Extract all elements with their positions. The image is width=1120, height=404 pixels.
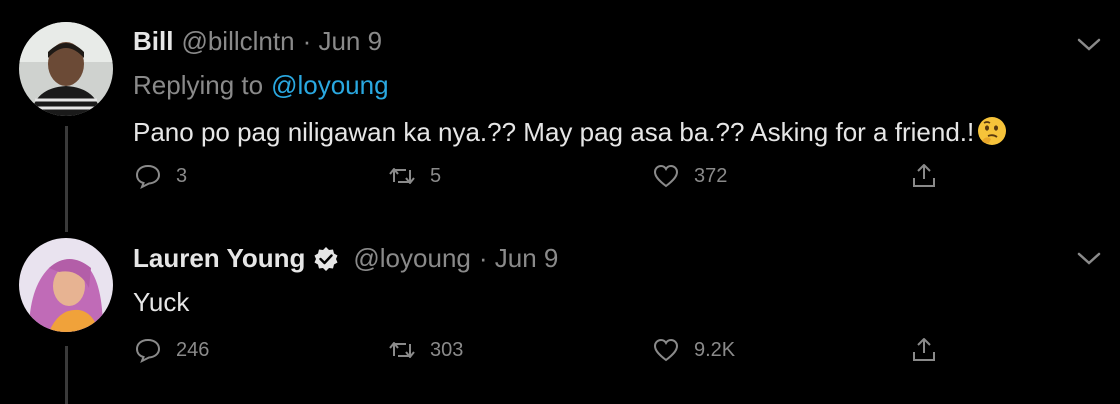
author-handle[interactable]: @billclntn [181, 26, 294, 57]
like-button[interactable]: 9.2K [652, 336, 735, 364]
tweet-text-content: Yuck [133, 287, 190, 317]
reply-count: 246 [176, 338, 210, 361]
chevron-down-icon[interactable] [1075, 250, 1103, 268]
reply-button[interactable]: 3 [134, 162, 187, 190]
author-name[interactable]: Bill [133, 26, 173, 57]
share-icon [913, 164, 935, 187]
reply-icon [135, 338, 161, 364]
retweet-icon [389, 342, 415, 358]
replying-to-label: Replying to [133, 70, 264, 100]
like-icon [653, 164, 679, 188]
reply-count: 3 [176, 164, 188, 187]
retweet-count: 303 [430, 338, 464, 361]
like-icon [653, 338, 679, 362]
tweet-header: Bill @billclntn · Jun 9 [133, 26, 382, 57]
share-button[interactable] [910, 162, 938, 190]
share-button[interactable] [910, 336, 938, 364]
like-count: 372 [694, 164, 728, 187]
tweet-lauren[interactable]: Lauren Young @loyoung · Jun 9 Yuck 246 3… [0, 234, 1120, 404]
tweet-text-content: Pano po pag niligawan ka nya.?? May pag … [133, 117, 975, 147]
tweet-text: Yuck [133, 287, 189, 318]
author-name[interactable]: Lauren Young [133, 243, 305, 274]
verified-badge-icon [314, 246, 338, 271]
replying-to-mention[interactable]: @loyoung [271, 70, 388, 100]
tweet-date[interactable]: · Jun 9 [303, 26, 383, 57]
chevron-down-icon[interactable] [1075, 36, 1103, 54]
author-handle[interactable]: @loyoung [353, 243, 470, 274]
thinking-face-icon [978, 117, 1007, 145]
like-button[interactable]: 372 [652, 162, 727, 190]
tweet-header: Lauren Young @loyoung · Jun 9 [133, 243, 558, 274]
retweet-button[interactable]: 5 [388, 162, 441, 190]
avatar-bill[interactable] [19, 22, 113, 116]
share-icon [913, 338, 935, 361]
tweet-bill[interactable]: Bill @billclntn · Jun 9 Replying to @loyo… [0, 0, 1120, 234]
tweet-date[interactable]: · Jun 9 [479, 243, 559, 274]
tweet-text: Pano po pag niligawan ka nya.?? May pag … [133, 115, 1008, 148]
tweet-actions: 246 303 9.2K [0, 336, 1120, 376]
reply-icon [135, 164, 161, 190]
reply-button[interactable]: 246 [134, 336, 209, 364]
avatar-lauren[interactable] [19, 238, 113, 332]
retweet-button[interactable]: 303 [388, 336, 463, 364]
retweet-count: 5 [430, 164, 442, 187]
tweet-actions: 3 5 372 [0, 162, 1120, 202]
retweet-icon [389, 168, 415, 184]
replying-to: Replying to @loyoung [133, 70, 389, 101]
like-count: 9.2K [694, 338, 736, 361]
